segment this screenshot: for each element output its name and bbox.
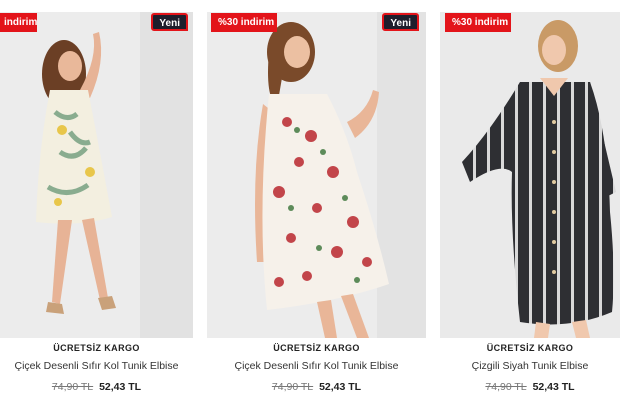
discount-badge: %30 indirim [211, 13, 277, 32]
discount-badge: %30 indirim [445, 13, 511, 32]
product-name[interactable]: Çiçek Desenli Sıfır Kol Tunik Elbise [0, 360, 193, 372]
product-card-1[interactable]: indirim Yeni ÜCRETSİZ KARGO Çiçek Desenl… [0, 0, 193, 413]
new-badge: Yeni [151, 13, 188, 31]
price-row: 74,90 TL 52,43 TL [0, 381, 193, 393]
old-price: 74,90 TL [271, 381, 314, 393]
free-shipping-label: ÜCRETSİZ KARGO [486, 343, 574, 353]
price-row: 74,90 TL 52,43 TL [440, 381, 620, 393]
sale-price: 52,43 TL [99, 381, 142, 393]
discount-badge: indirim [0, 13, 37, 32]
free-shipping-label: ÜCRETSİZ KARGO [53, 343, 140, 353]
product-image[interactable] [207, 12, 426, 338]
sale-price: 52,43 TL [532, 381, 575, 393]
product-name[interactable]: Çizgili Siyah Tunik Elbise [440, 360, 620, 372]
new-badge: Yeni [382, 13, 419, 31]
sale-price: 52,43 TL [319, 381, 362, 393]
product-card-2[interactable]: %30 indirim Yeni ÜCRETSİZ KARGO Çiçek De… [207, 0, 426, 413]
free-shipping-label: ÜCRETSİZ KARGO [273, 343, 360, 353]
product-image[interactable] [0, 12, 193, 338]
price-row: 74,90 TL 52,43 TL [207, 381, 426, 393]
product-name[interactable]: Çiçek Desenli Sıfır Kol Tunik Elbise [207, 360, 426, 372]
product-image[interactable] [440, 12, 620, 338]
old-price: 74,90 TL [485, 381, 527, 393]
product-card-3[interactable]: %30 indirim ÜCRETSİZ KARGO Çizgili Siyah… [440, 0, 620, 413]
old-price: 74,90 TL [51, 381, 94, 393]
